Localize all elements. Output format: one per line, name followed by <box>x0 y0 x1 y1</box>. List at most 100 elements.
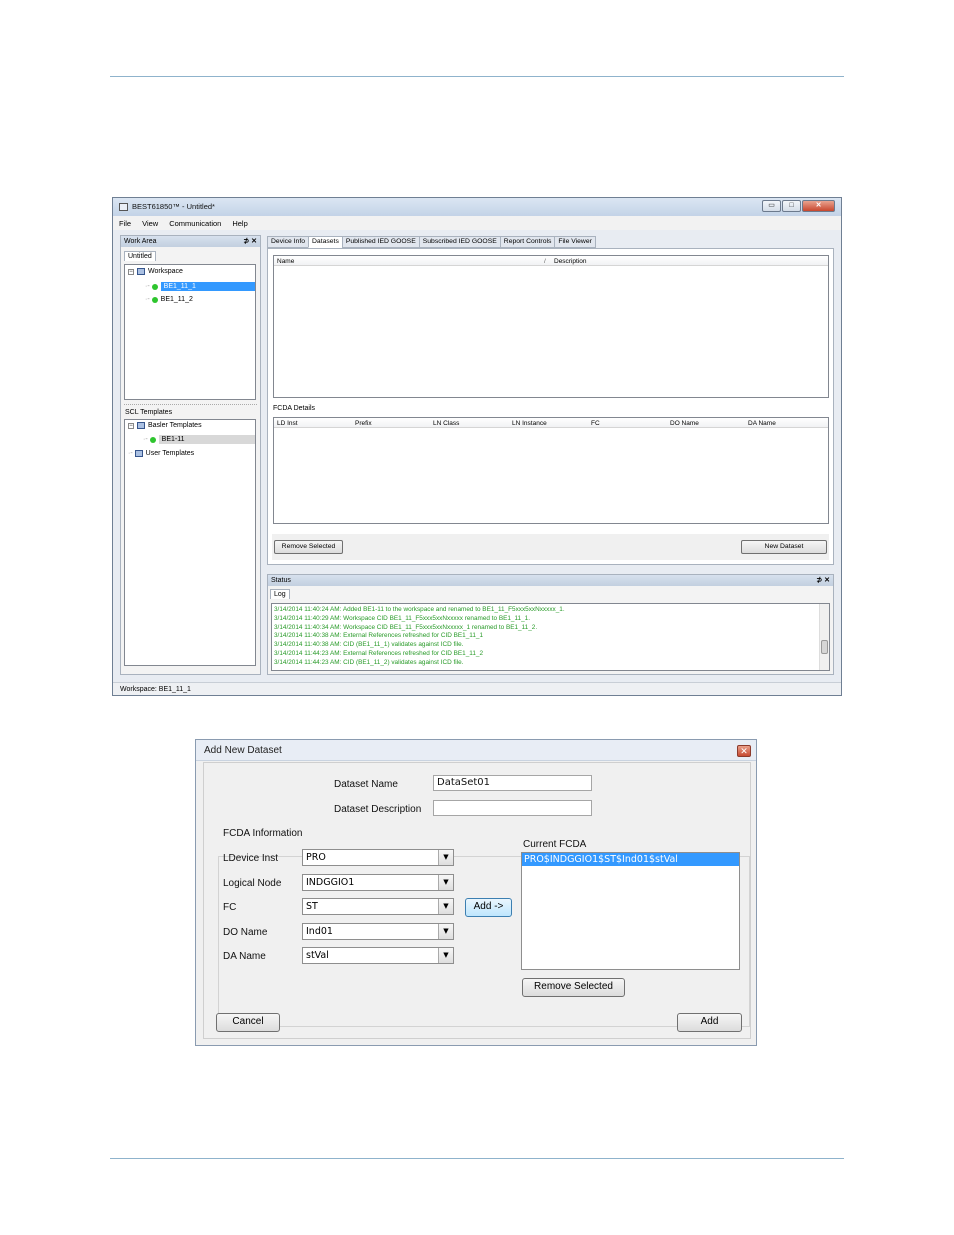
chevron-down-icon[interactable]: ▼ <box>438 948 453 963</box>
add-button[interactable]: Add <box>677 1013 742 1032</box>
tree-node-basler-templates[interactable]: − Basler Templates <box>128 422 202 429</box>
log-line: 3/14/2014 11:44:23 AM: External Referenc… <box>274 649 484 657</box>
new-dataset-button[interactable]: New Dataset <box>741 540 827 554</box>
col-ln-instance[interactable]: LN Instance <box>512 420 547 427</box>
dataset-name-input[interactable]: DataSet01 <box>433 775 592 791</box>
minimize-button[interactable]: ▭ <box>762 200 781 212</box>
tab-untitled[interactable]: Untitled <box>124 251 156 261</box>
tree-node-device-2[interactable]: ·- BE1_11_2 <box>145 296 193 303</box>
col-do-name[interactable]: DO Name <box>670 420 699 427</box>
workspace-icon <box>137 268 145 275</box>
remove-selected-button[interactable]: Remove Selected <box>274 540 343 554</box>
status-header: Status ⊅ ✕ <box>268 575 833 586</box>
chevron-down-icon[interactable]: ▼ <box>438 850 453 865</box>
chevron-down-icon[interactable]: ▼ <box>438 924 453 939</box>
dataset-description-label: Dataset Description <box>334 804 422 815</box>
da-name-select[interactable]: stVal ▼ <box>302 947 454 964</box>
col-da-name[interactable]: DA Name <box>748 420 776 427</box>
fcda-information-label: FCDA Information <box>221 828 305 839</box>
tree-node-be1-11[interactable]: ·- BE1-11 <box>143 435 255 444</box>
tab-published-goose[interactable]: Published IED GOOSE <box>341 236 420 248</box>
datasets-grid-header: Name / Description <box>274 256 828 266</box>
window-title: BEST61850™ - Untitled* <box>132 202 215 211</box>
log-line: 3/14/2014 11:40:38 AM: CID (BE1_11_1) va… <box>274 641 464 649</box>
collapse-icon[interactable]: − <box>128 422 134 429</box>
log-line: 3/14/2014 11:40:29 AM: Workspace CID BE1… <box>274 614 531 622</box>
col-name[interactable]: Name <box>277 258 294 265</box>
menu-bar: File View Communication Help <box>113 216 841 230</box>
do-name-label: DO Name <box>223 927 268 938</box>
cancel-button[interactable]: Cancel <box>216 1013 280 1032</box>
folder-icon <box>134 450 143 457</box>
tab-subscribed-goose[interactable]: Subscribed IED GOOSE <box>418 236 501 248</box>
collapse-icon[interactable]: − <box>128 268 134 275</box>
col-ln-class[interactable]: LN Class <box>433 420 459 427</box>
tab-report-controls[interactable]: Report Controls <box>499 236 556 248</box>
app-window: BEST61850™ - Untitled* ▭ □ ✕ File View C… <box>112 197 842 696</box>
status-title: Status <box>271 577 291 584</box>
log-box[interactable]: 3/14/2014 11:40:24 AM: Added BE1-11 to t… <box>271 603 830 671</box>
logical-node-label: Logical Node <box>223 878 282 889</box>
main-tabs: Device Info Datasets Published IED GOOSE… <box>267 236 596 248</box>
datasets-panel: Name / Description FCDA Details LD Inst … <box>267 248 834 565</box>
folder-icon <box>137 422 145 429</box>
dataset-name-label: Dataset Name <box>334 779 398 790</box>
tab-file-viewer[interactable]: File Viewer <box>554 236 596 248</box>
tab-datasets[interactable]: Datasets <box>308 236 343 248</box>
chevron-down-icon[interactable]: ▼ <box>438 899 453 914</box>
fc-label: FC <box>223 902 237 913</box>
menu-help[interactable]: Help <box>226 216 252 230</box>
datasets-grid[interactable]: Name / Description <box>273 255 829 398</box>
fcda-grid-header: LD Inst Prefix LN Class LN Instance FC D… <box>274 418 828 428</box>
do-name-select[interactable]: Ind01 ▼ <box>302 923 454 940</box>
sort-icon: / <box>544 258 546 265</box>
status-dot-icon <box>149 436 156 443</box>
fc-select[interactable]: ST ▼ <box>302 898 454 915</box>
status-bar: Workspace: BE1_11_1 <box>113 682 841 695</box>
title-bar[interactable]: BEST61850™ - Untitled* ▭ □ ✕ <box>113 198 841 216</box>
datasets-button-bar: Remove Selected New Dataset <box>272 534 829 560</box>
dialog-title-bar[interactable]: Add New Dataset ✕ <box>196 740 756 761</box>
pin-close-icon[interactable]: ⊅ ✕ <box>816 576 830 584</box>
work-area-pane: Work Area ⊅ ✕ Untitled − Workspace ·- BE… <box>120 235 261 675</box>
menu-view[interactable]: View <box>136 216 163 230</box>
log-scrollbar[interactable] <box>819 604 829 670</box>
current-fcda-label: Current FCDA <box>523 839 587 850</box>
scl-templates-label: SCL Templates <box>125 409 173 416</box>
tab-device-info[interactable]: Device Info <box>267 236 310 248</box>
menu-file[interactable]: File <box>113 216 136 230</box>
col-prefix[interactable]: Prefix <box>355 420 372 427</box>
maximize-button[interactable]: □ <box>782 200 801 212</box>
col-description[interactable]: Description <box>554 258 587 265</box>
tree-node-device-1[interactable]: ·- BE1_11_1 <box>145 282 255 291</box>
work-area-title: Work Area <box>124 238 157 245</box>
tree-node-workspace[interactable]: − Workspace <box>128 268 183 275</box>
ldevice-inst-select[interactable]: PRO ▼ <box>302 849 454 866</box>
templates-tree[interactable]: − Basler Templates ·- BE1-11 ·- User Tem… <box>124 419 256 666</box>
pin-close-icon[interactable]: ⊅ ✕ <box>243 237 257 245</box>
remove-selected-fcda-button[interactable]: Remove Selected <box>522 978 625 997</box>
log-line: 3/14/2014 11:40:24 AM: Added BE1-11 to t… <box>274 606 565 613</box>
tab-log[interactable]: Log <box>270 589 290 599</box>
dialog-body: Dataset Name DataSet01 Dataset Descripti… <box>203 762 751 1039</box>
dialog-close-button[interactable]: ✕ <box>737 745 751 757</box>
logical-node-select[interactable]: INDGGIO1 ▼ <box>302 874 454 891</box>
dataset-description-input[interactable] <box>433 800 592 816</box>
chevron-down-icon[interactable]: ▼ <box>438 875 453 890</box>
log-line: 3/14/2014 11:40:34 AM: Workspace CID BE1… <box>274 623 538 631</box>
status-pane: Status ⊅ ✕ Log 3/14/2014 11:40:24 AM: Ad… <box>267 574 834 675</box>
list-item[interactable]: PRO$INDGGIO1$ST$Ind01$stVal <box>522 853 739 866</box>
current-fcda-list[interactable]: PRO$INDGGIO1$ST$Ind01$stVal <box>521 852 740 970</box>
add-new-dataset-dialog: Add New Dataset ✕ Dataset Name DataSet01… <box>195 739 757 1046</box>
tree-node-user-templates[interactable]: ·- User Templates <box>128 450 194 457</box>
col-fc[interactable]: FC <box>591 420 600 427</box>
col-ld-inst[interactable]: LD Inst <box>277 420 298 427</box>
fcda-grid[interactable]: LD Inst Prefix LN Class LN Instance FC D… <box>273 417 829 524</box>
menu-communication[interactable]: Communication <box>163 216 226 230</box>
status-dot-icon <box>151 283 158 290</box>
fcda-details-label: FCDA Details <box>273 405 316 412</box>
dialog-title: Add New Dataset <box>204 745 282 756</box>
close-button[interactable]: ✕ <box>802 200 835 212</box>
add-fcda-button[interactable]: Add -> <box>465 898 512 917</box>
workspace-tree[interactable]: − Workspace ·- BE1_11_1 ·- BE1_11_2 <box>124 264 256 400</box>
